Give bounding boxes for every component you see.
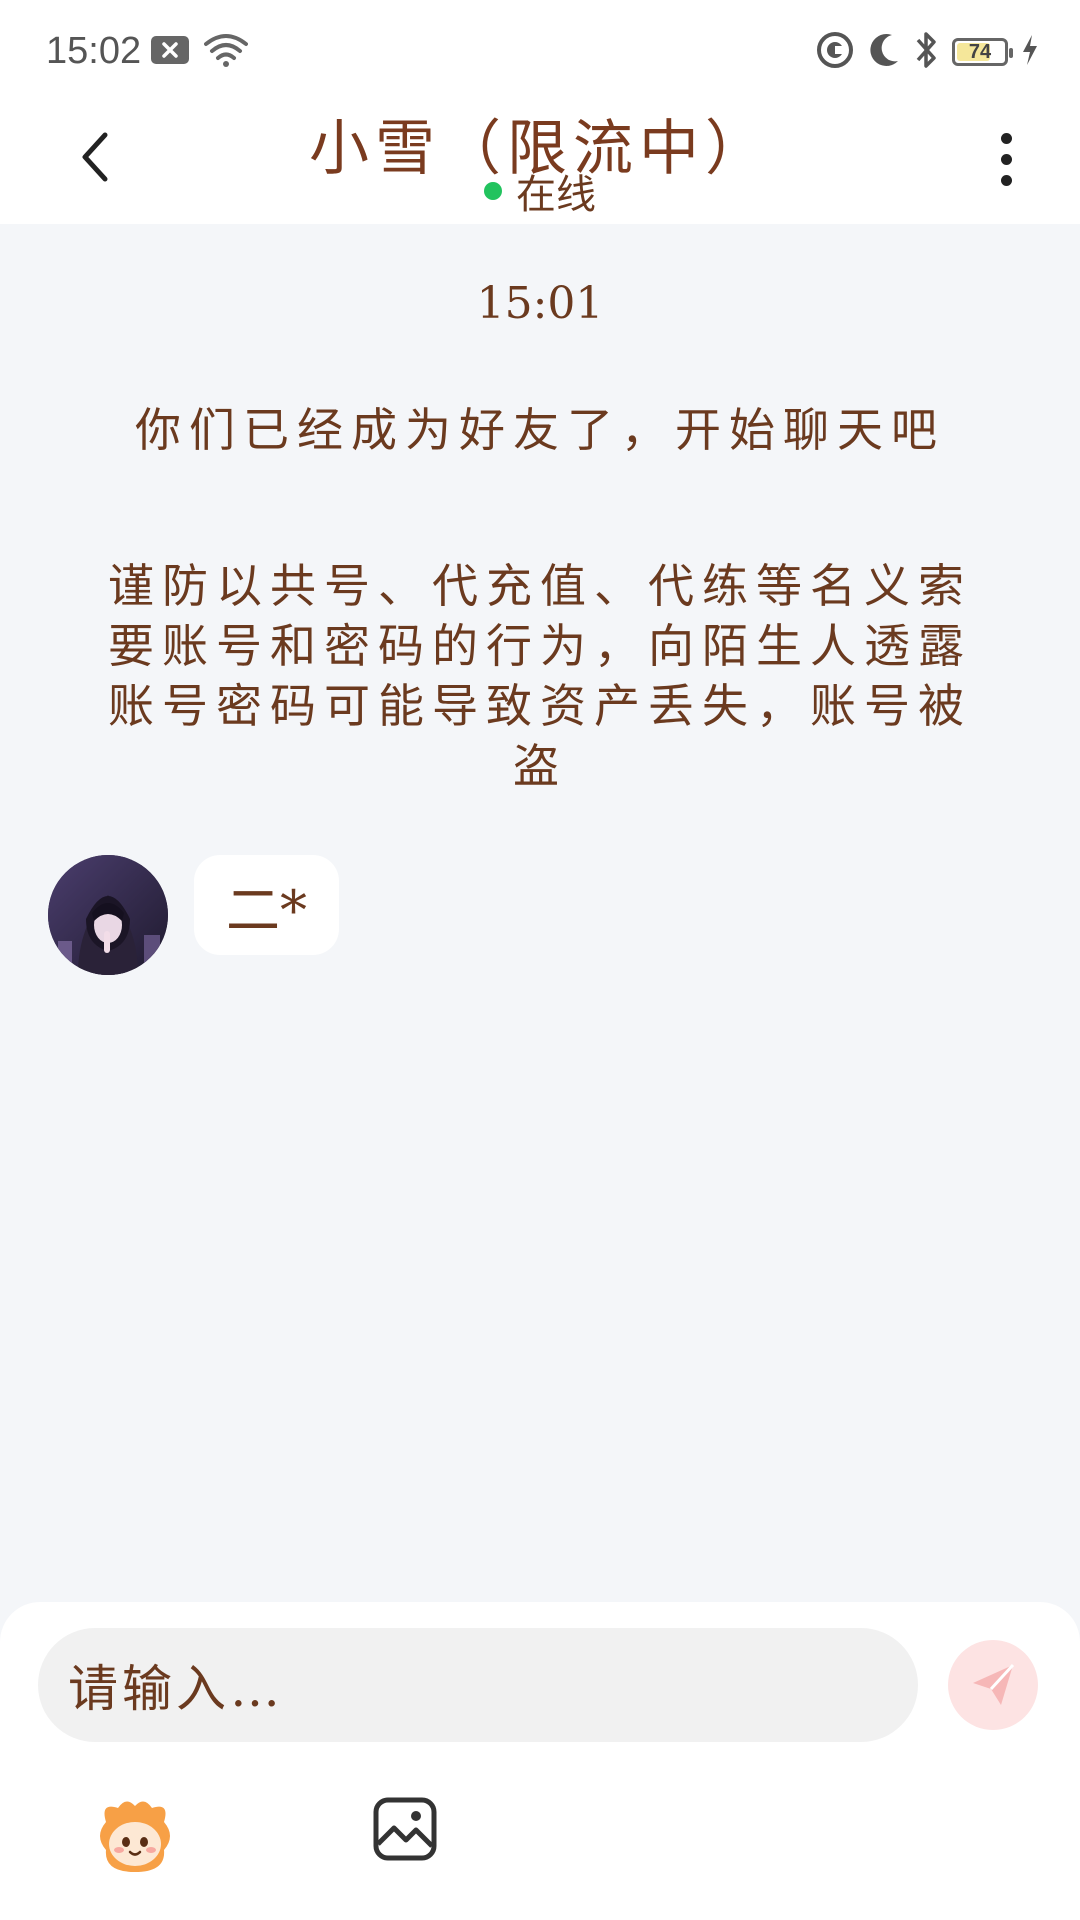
image-icon[interactable] [372, 1796, 438, 1862]
security-warning-notice: 谨防以共号、代充值、代练等名义索要账号和密码的行为，向陌生人透露账号密码可能导致… [108, 559, 972, 793]
status-bar: 15:02 74 [0, 0, 1080, 100]
online-status: 在线 [0, 162, 1080, 220]
bluetooth-icon [914, 30, 940, 74]
message-input[interactable]: 请输入… [38, 1628, 918, 1742]
battery-icon: 74 [952, 38, 1013, 66]
friend-added-notice: 你们已经成为好友了，开始聊天吧 [135, 403, 945, 457]
online-dot-icon [484, 182, 502, 200]
wifi-icon [204, 32, 248, 72]
moon-icon [866, 31, 902, 73]
online-status-text: 在线 [516, 172, 596, 218]
send-button[interactable] [948, 1640, 1038, 1730]
status-left-icons [150, 32, 248, 72]
message-timestamp: 15:01 [476, 278, 604, 329]
notification-x-icon [150, 34, 190, 70]
status-time: 15:02 [46, 30, 142, 72]
send-plane-icon [973, 1663, 1015, 1705]
composer-panel: 请输入… [0, 1602, 1080, 1920]
more-dot [1000, 132, 1012, 144]
status-right-icons: 74 [816, 30, 1040, 74]
chat-header: 小雪（限流中） 在线 [0, 100, 1080, 224]
more-dot [1000, 174, 1012, 186]
more-dot [1000, 153, 1012, 165]
received-message-row: 二* [48, 855, 339, 975]
record-icon [816, 31, 854, 73]
battery-level: 74 [968, 40, 992, 63]
charging-bolt-icon [1020, 33, 1040, 71]
chat-screen: 15:02 74 小雪（限流中） 在线 15:01 你们已经成为好友了，开始聊天… [0, 0, 1080, 1920]
more-options-button[interactable] [976, 124, 1036, 194]
emoji-mascot-icon[interactable] [92, 1792, 178, 1878]
received-message-bubble[interactable]: 二* [194, 855, 339, 955]
avatar[interactable] [48, 855, 168, 975]
